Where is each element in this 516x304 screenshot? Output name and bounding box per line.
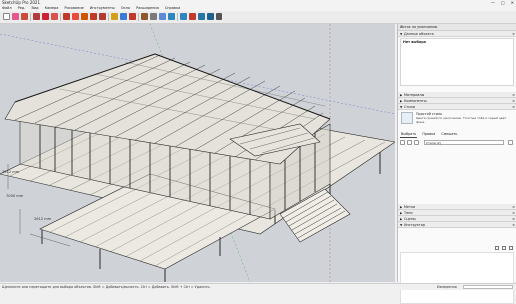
status-message: Щелкните или перетащите для выбора объек… xyxy=(2,285,211,289)
forward-icon[interactable] xyxy=(407,140,412,145)
paint-bucket-icon[interactable] xyxy=(21,13,28,20)
forward-icon[interactable] xyxy=(502,246,506,250)
tray-close-icon[interactable]: × xyxy=(400,24,515,30)
details-icon[interactable] xyxy=(508,140,513,145)
back-icon[interactable] xyxy=(495,246,499,250)
push-pull-icon[interactable] xyxy=(63,13,70,20)
panel-close-icon[interactable]: × xyxy=(512,31,515,37)
arc-icon[interactable] xyxy=(42,13,49,20)
more-tools-icon[interactable] xyxy=(216,13,222,20)
rectangle-icon[interactable] xyxy=(51,13,58,20)
select-icon[interactable] xyxy=(3,13,10,20)
style-builder-icon[interactable] xyxy=(207,13,214,20)
instructor-header[interactable]: ▼ Инструктор × xyxy=(398,222,516,228)
dimension-label: 7000 mm xyxy=(6,194,24,198)
measurements-input[interactable] xyxy=(463,285,513,289)
move-icon[interactable] xyxy=(72,13,79,20)
toolbar-separator xyxy=(177,13,178,21)
back-icon[interactable] xyxy=(400,140,405,145)
tape-measure-icon[interactable] xyxy=(111,13,118,20)
styles-label: Стили xyxy=(404,105,415,109)
entity-info-panel: Нет выбора xyxy=(400,38,514,86)
toolbar-separator xyxy=(60,13,61,21)
tab-mix[interactable]: Смешать xyxy=(440,132,458,138)
warehouse-icon[interactable] xyxy=(180,13,187,20)
styles-selector-row: Стили (2) xyxy=(400,140,514,146)
styles-tabs: Выбрать Правка Смешать xyxy=(400,132,458,138)
line-icon[interactable] xyxy=(33,13,40,20)
style-description: Цвета граней по умолчанию. Толстые тоба … xyxy=(416,116,507,124)
tab-select[interactable]: Выбрать xyxy=(400,132,418,138)
model-viewport[interactable]: 2612 mm 7000 mm 2612 mm xyxy=(0,24,395,282)
home-icon[interactable] xyxy=(414,140,419,145)
dimension-label: 2612 mm xyxy=(2,170,20,174)
styles-dropdown[interactable]: Стили (2) xyxy=(424,140,504,145)
layout-icon[interactable] xyxy=(198,13,205,20)
previous-view-icon[interactable] xyxy=(168,13,175,20)
toolbar-separator xyxy=(30,13,31,21)
instructor-label: Инструктор xyxy=(404,223,426,227)
text-icon[interactable] xyxy=(120,13,127,20)
instructor-panel xyxy=(400,252,514,304)
rotate-icon[interactable] xyxy=(81,13,88,20)
instructor-nav xyxy=(495,246,513,250)
panel-close-icon[interactable]: × xyxy=(512,222,515,228)
entity-info-label: Данные объекта xyxy=(404,32,434,36)
entity-info-header[interactable]: ▼ Данные объекта × xyxy=(398,31,516,37)
panel-close-icon[interactable]: × xyxy=(512,104,515,110)
model-drawing xyxy=(0,24,395,282)
zoom-icon[interactable] xyxy=(150,13,157,20)
eraser-icon[interactable] xyxy=(12,13,19,20)
toolbar-separator xyxy=(108,13,109,21)
pan-icon[interactable] xyxy=(141,13,148,20)
measurements-label: Измерения xyxy=(437,285,457,289)
entity-selection-text: Нет выбора xyxy=(403,40,426,44)
scale-icon[interactable] xyxy=(90,13,97,20)
tray-title-bar: Лоток по умолчанию × xyxy=(398,24,516,31)
help-icon[interactable] xyxy=(509,246,513,250)
collapse-icon: ▼ xyxy=(400,32,403,36)
offset-icon[interactable] xyxy=(99,13,106,20)
collapse-icon: ▼ xyxy=(400,223,403,227)
style-thumbnail xyxy=(401,112,413,124)
extension-icon[interactable] xyxy=(189,13,196,20)
dimension-label: 2612 mm xyxy=(34,217,52,221)
zoom-extents-icon[interactable] xyxy=(159,13,166,20)
orbit-icon[interactable] xyxy=(129,13,136,20)
styles-header[interactable]: ▼ Стили × xyxy=(398,104,516,110)
toolbar-separator xyxy=(138,13,139,21)
main-toolbar xyxy=(0,11,516,24)
default-tray: Лоток по умолчанию × ▼ Данные объекта × … xyxy=(397,24,516,304)
collapse-icon: ▼ xyxy=(400,105,403,109)
tab-edit[interactable]: Правка xyxy=(421,132,436,138)
